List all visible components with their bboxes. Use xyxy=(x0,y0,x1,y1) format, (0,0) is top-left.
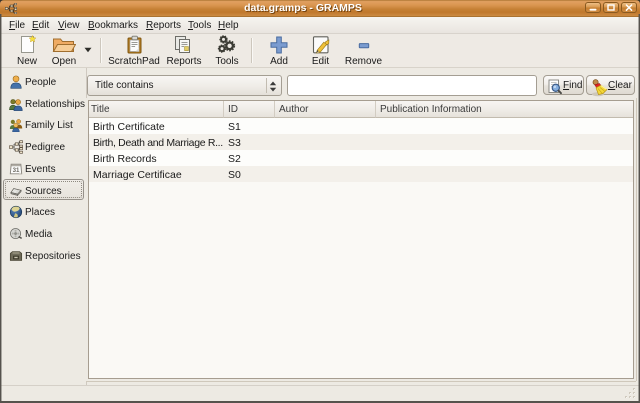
svg-text:31: 31 xyxy=(13,167,20,174)
